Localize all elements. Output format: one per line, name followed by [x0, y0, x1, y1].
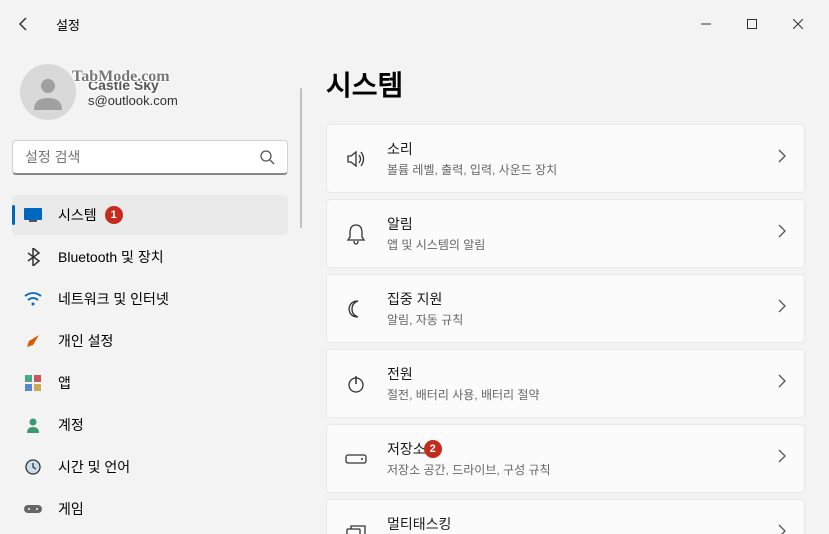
nav-label: 네트워크 및 인터넷 [58, 289, 169, 309]
card-title: 전원 [387, 364, 758, 384]
page-title: 시스템 [326, 64, 805, 104]
card-subtitle: 절전, 배터리 사용, 배터리 절약 [387, 386, 758, 403]
card-notifications[interactable]: 알림 앱 및 시스템의 알림 [326, 199, 805, 268]
card-multitasking[interactable]: 멀티태스킹 창 맞춤, 데스크톱, 작업 전환 [326, 499, 805, 534]
avatar [20, 64, 76, 120]
main-content: 시스템 소리 볼륨 레벨, 출력, 입력, 사운드 장치 알림 앱 및 시스템의… [302, 48, 829, 534]
close-icon [793, 19, 803, 29]
nav-label: Bluetooth 및 장치 [58, 247, 164, 267]
search-input[interactable] [25, 149, 259, 165]
card-subtitle: 알림, 자동 규칙 [387, 311, 758, 328]
card-title: 알림 [387, 214, 758, 234]
moon-icon [345, 298, 367, 320]
chevron-right-icon [778, 524, 786, 534]
profile-section[interactable]: Castle Sky s@outlook.com [12, 56, 288, 128]
card-title: 집중 지원 [387, 289, 758, 309]
chevron-right-icon [778, 449, 786, 468]
nav-item-time-language[interactable]: 시간 및 언어 [12, 447, 288, 487]
chevron-right-icon [778, 374, 786, 393]
card-power[interactable]: 전원 절전, 배터리 사용, 배터리 절약 [326, 349, 805, 418]
apps-icon [24, 374, 42, 392]
nav-item-bluetooth[interactable]: Bluetooth 및 장치 [12, 237, 288, 277]
annotation-badge: 1 [105, 206, 123, 224]
sidebar: Castle Sky s@outlook.com TabMode.com 시스템… [0, 48, 300, 534]
multitasking-icon [345, 523, 367, 534]
card-sound[interactable]: 소리 볼륨 레벨, 출력, 입력, 사운드 장치 [326, 124, 805, 193]
window-controls [683, 6, 821, 42]
maximize-button[interactable] [729, 6, 775, 42]
sound-icon [345, 148, 367, 170]
maximize-icon [747, 19, 757, 29]
back-button[interactable] [8, 8, 40, 40]
nav-label: 계정 [58, 415, 84, 435]
nav-item-apps[interactable]: 앱 [12, 363, 288, 403]
titlebar: 설정 [0, 0, 829, 48]
chevron-right-icon [778, 149, 786, 168]
nav-label: 개인 설정 [58, 331, 113, 351]
nav-label: 시스템 [58, 205, 97, 225]
close-button[interactable] [775, 6, 821, 42]
power-icon [345, 373, 367, 395]
person-small-icon [24, 416, 42, 434]
display-icon [24, 206, 42, 224]
nav-item-accounts[interactable]: 계정 [12, 405, 288, 445]
app-title: 설정 [56, 15, 80, 34]
card-focus-assist[interactable]: 집중 지원 알림, 자동 규칙 [326, 274, 805, 343]
nav-item-system[interactable]: 시스템 1 [12, 195, 288, 235]
nav-item-network[interactable]: 네트워크 및 인터넷 [12, 279, 288, 319]
minimize-button[interactable] [683, 6, 729, 42]
nav-list: 시스템 1 Bluetooth 및 장치 네트워크 및 인터넷 개인 설정 [12, 195, 288, 529]
arrow-left-icon [16, 16, 32, 32]
wifi-icon [24, 290, 42, 308]
profile-email: s@outlook.com [88, 93, 178, 108]
chevron-right-icon [778, 299, 786, 318]
bell-icon [345, 223, 367, 245]
card-subtitle: 저장소 공간, 드라이브, 구성 규칙 [387, 461, 758, 478]
card-title: 저장소 2 [387, 439, 758, 459]
paintbrush-icon [24, 332, 42, 350]
card-title: 멀티태스킹 [387, 514, 758, 534]
annotation-badge: 2 [424, 440, 442, 458]
storage-icon [345, 448, 367, 470]
gamepad-icon [24, 500, 42, 518]
profile-name: Castle Sky [88, 77, 178, 93]
search-icon [259, 149, 275, 165]
nav-label: 게임 [58, 499, 84, 519]
bluetooth-icon [24, 248, 42, 266]
nav-item-personalization[interactable]: 개인 설정 [12, 321, 288, 361]
chevron-right-icon [778, 224, 786, 243]
clock-icon [24, 458, 42, 476]
nav-label: 앱 [58, 373, 71, 393]
nav-item-gaming[interactable]: 게임 [12, 489, 288, 529]
card-storage[interactable]: 저장소 2 저장소 공간, 드라이브, 구성 규칙 [326, 424, 805, 493]
search-box[interactable] [12, 140, 288, 175]
card-subtitle: 볼륨 레벨, 출력, 입력, 사운드 장치 [387, 161, 758, 178]
nav-label: 시간 및 언어 [58, 457, 130, 477]
card-title: 소리 [387, 139, 758, 159]
person-icon [28, 72, 68, 112]
card-subtitle: 앱 및 시스템의 알림 [387, 236, 758, 253]
minimize-icon [701, 19, 711, 29]
